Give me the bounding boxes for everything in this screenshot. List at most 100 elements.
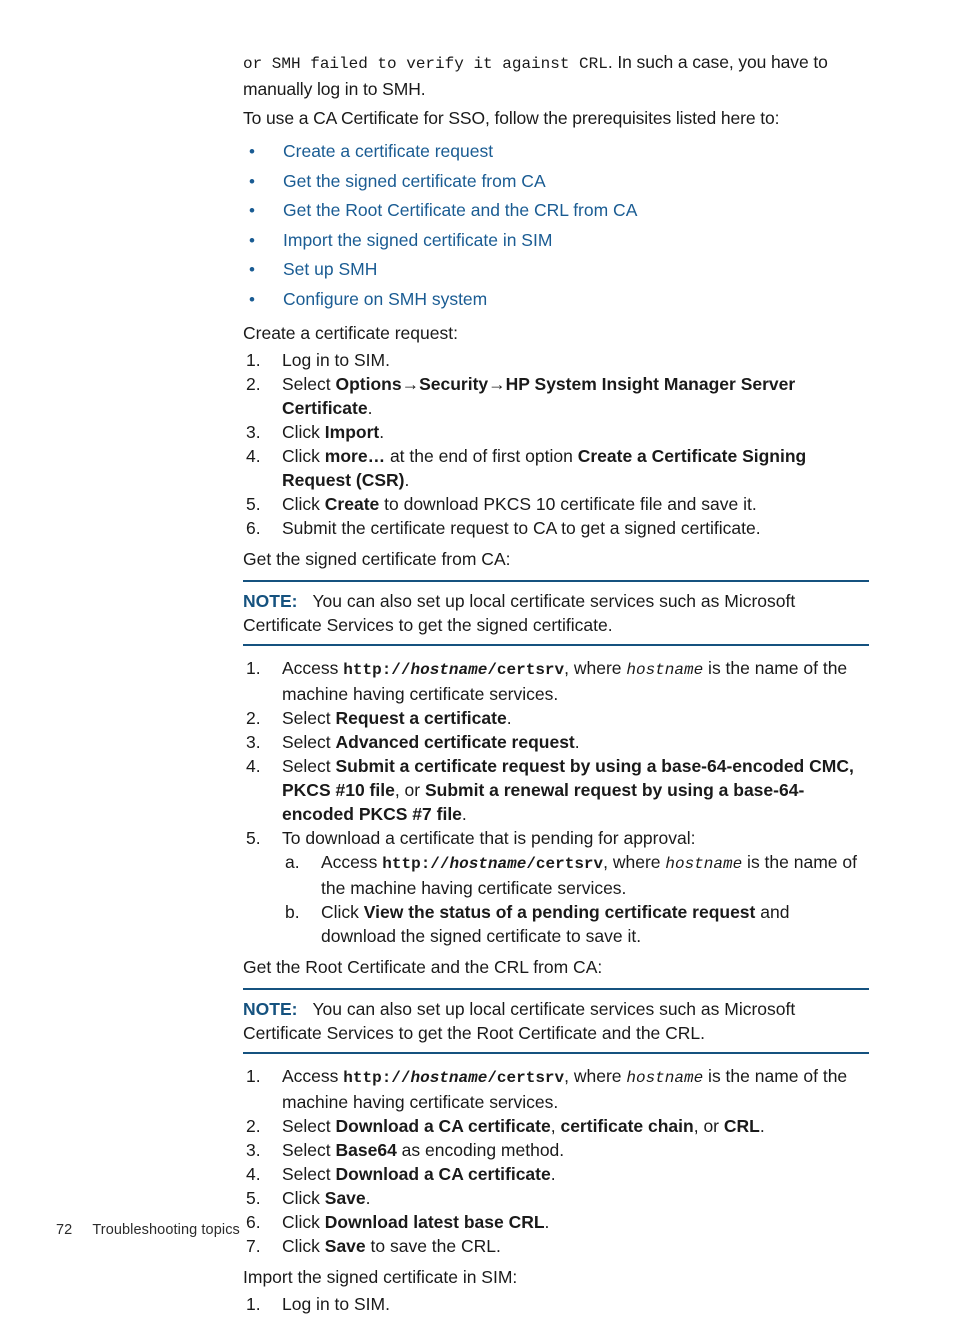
list-item: • Get the Root Certificate and the CRL fr…: [243, 196, 869, 226]
list-item: 6. Submit the certificate request to CA t…: [243, 516, 869, 540]
step-text-mid: , where: [564, 658, 627, 678]
link-more: more…: [324, 446, 386, 466]
button-save: Save: [324, 1236, 366, 1256]
step-text: Log in to SIM.: [282, 1294, 390, 1314]
document-page: or SMH failed to verify it against CRL. …: [0, 0, 954, 1314]
bullet-icon: •: [249, 201, 255, 220]
link-set-up-smh[interactable]: Set up SMH: [283, 259, 377, 279]
link-get-signed-certificate[interactable]: Get the signed certificate from CA: [283, 171, 546, 191]
link-create-certificate-request[interactable]: Create a certificate request: [283, 141, 493, 161]
step-text-suffix: to download PKCS 10 certificate file and…: [379, 494, 757, 514]
step-text-suffix: .: [367, 398, 373, 418]
bullet-icon: •: [249, 289, 255, 309]
step-text: Submit the certificate request to CA to …: [282, 518, 761, 538]
step-text-prefix: Click: [282, 494, 325, 514]
list-marker: 3.: [246, 1140, 261, 1160]
url-path: /certsrv: [487, 1069, 565, 1087]
arrow-right-icon: →: [488, 374, 506, 394]
arrow-right-icon: →: [401, 374, 420, 394]
list-item: 2. Select Download a CA certificate, cert…: [243, 1114, 869, 1138]
create-request-steps: 1. Log in to SIM. 2. Select Options→Securi…: [243, 348, 869, 540]
step-text-suffix: to save the CRL.: [365, 1236, 501, 1256]
list-item: 1. Access http://hostname/certsrv, where …: [243, 656, 869, 706]
link-configure-on-smh-system[interactable]: Configure on SMH system: [283, 289, 487, 309]
list-item: b. Click View the status of a pending cer…: [282, 900, 869, 948]
list-item: 3. Select Base64 as encoding method.: [243, 1138, 869, 1162]
list-item: 1. Log in to SIM.: [243, 1292, 869, 1316]
option-certificate-chain: certificate chain: [560, 1116, 694, 1136]
variable-hostname: hostname: [665, 855, 743, 873]
bullet-icon: •: [249, 230, 255, 250]
list-item: 6. Click Download latest base CRL.: [243, 1210, 869, 1234]
note-body: You can also set up local certificate se…: [243, 591, 796, 635]
step-text-mid: , or: [394, 780, 425, 800]
list-item: • Get the signed certificate from CA: [243, 167, 869, 197]
get-root-steps: 1. Access http://hostname/certsrv, where …: [243, 1064, 869, 1258]
list-item: 1. Log in to SIM.: [243, 348, 869, 372]
step-text-suffix: .: [506, 708, 512, 728]
step-text-prefix: Select: [282, 708, 336, 728]
list-marker: 2.: [246, 1116, 261, 1136]
list-item: 4. Select Submit a certificate request by…: [243, 754, 869, 826]
section-heading-get-root: Get the Root Certificate and the CRL fro…: [243, 957, 603, 977]
list-marker: 1.: [246, 1294, 261, 1314]
section-heading-create-request: Create a certificate request:: [243, 323, 458, 343]
step-text-suffix: .: [574, 732, 580, 752]
step-text-suffix: .: [365, 1188, 371, 1208]
bullet-icon: •: [249, 260, 255, 279]
list-marker: 1.: [246, 658, 261, 678]
step-text-prefix: Select: [282, 732, 336, 752]
option-download-ca-certificate: Download a CA certificate: [335, 1116, 551, 1136]
list-item: 2. Select Options→Security→HP System Insi…: [243, 372, 869, 420]
step-text-suffix: as encoding method.: [396, 1140, 565, 1160]
link-import-signed-certificate[interactable]: Import the signed certificate in SIM: [283, 230, 552, 250]
option-advanced-certificate-request: Advanced certificate request: [335, 732, 575, 752]
step-text-prefix: Click: [282, 1188, 325, 1208]
step-text-prefix: Access: [282, 658, 344, 678]
list-item: 5. To download a certificate that is pend…: [243, 826, 869, 948]
link-get-root-certificate-crl[interactable]: Get the Root Certificate and the CRL fro…: [283, 200, 637, 220]
page-content: or SMH failed to verify it against CRL. …: [243, 50, 869, 1318]
list-marker: b.: [285, 902, 300, 922]
url-path: /certsrv: [487, 661, 565, 679]
url-path: /certsrv: [526, 855, 604, 873]
step-text-prefix: Select: [282, 1164, 336, 1184]
variable-hostname: hostname: [626, 1069, 704, 1087]
step-text-mid: , where: [603, 852, 666, 872]
list-item: • Set up SMH: [243, 255, 869, 285]
intro-paragraph: or SMH failed to verify it against CRL. …: [243, 50, 869, 102]
step-text-prefix: Click: [321, 902, 364, 922]
list-item: 4. Select Download a CA certificate.: [243, 1162, 869, 1186]
list-item: 7. Click Save to save the CRL.: [243, 1234, 869, 1258]
url-hostname-placeholder: hostname: [449, 855, 527, 873]
list-item: 1. Access http://hostname/certsrv, where …: [243, 1064, 869, 1114]
list-marker: 5.: [246, 494, 261, 514]
link-view-pending-request-status: View the status of a pending certificate…: [363, 902, 756, 922]
link-download-latest-base-crl: Download latest base CRL: [324, 1212, 545, 1232]
bullet-icon: •: [249, 142, 255, 161]
step-text-suffix: .: [461, 804, 467, 824]
note-label: NOTE:: [243, 999, 298, 1019]
section-heading-import-sim: Import the signed certificate in SIM:: [243, 1267, 518, 1287]
list-item: 2. Select Request a certificate.: [243, 706, 869, 730]
step-text-mid: at the end of first option: [385, 446, 578, 466]
url-scheme: http://: [382, 855, 450, 873]
chapter-title: Troubleshooting topics: [92, 1222, 240, 1238]
list-marker: 1.: [246, 1066, 261, 1086]
menu-options: Options: [335, 374, 402, 394]
step-text-prefix: Click: [282, 1236, 325, 1256]
prereq-intro: To use a CA Certificate for SSO, follow …: [243, 108, 780, 128]
list-marker: 4.: [246, 446, 261, 466]
step-text-suffix: .: [544, 1212, 550, 1232]
note-body: You can also set up local certificate se…: [243, 999, 796, 1043]
page-footer: 72 Troubleshooting topics: [56, 1222, 240, 1238]
list-marker: 2.: [246, 374, 261, 394]
option-base64: Base64: [335, 1140, 397, 1160]
note-admonition-root-certificate: NOTE: You can also set up local certifica…: [243, 988, 869, 1054]
step-text-prefix: Select: [282, 1140, 336, 1160]
button-save: Save: [324, 1188, 366, 1208]
import-sim-steps: 1. Log in to SIM.: [243, 1292, 869, 1316]
list-marker: 4.: [246, 756, 261, 776]
section-heading-get-signed: Get the signed certificate from CA:: [243, 549, 511, 569]
option-request-a-certificate: Request a certificate: [335, 708, 507, 728]
